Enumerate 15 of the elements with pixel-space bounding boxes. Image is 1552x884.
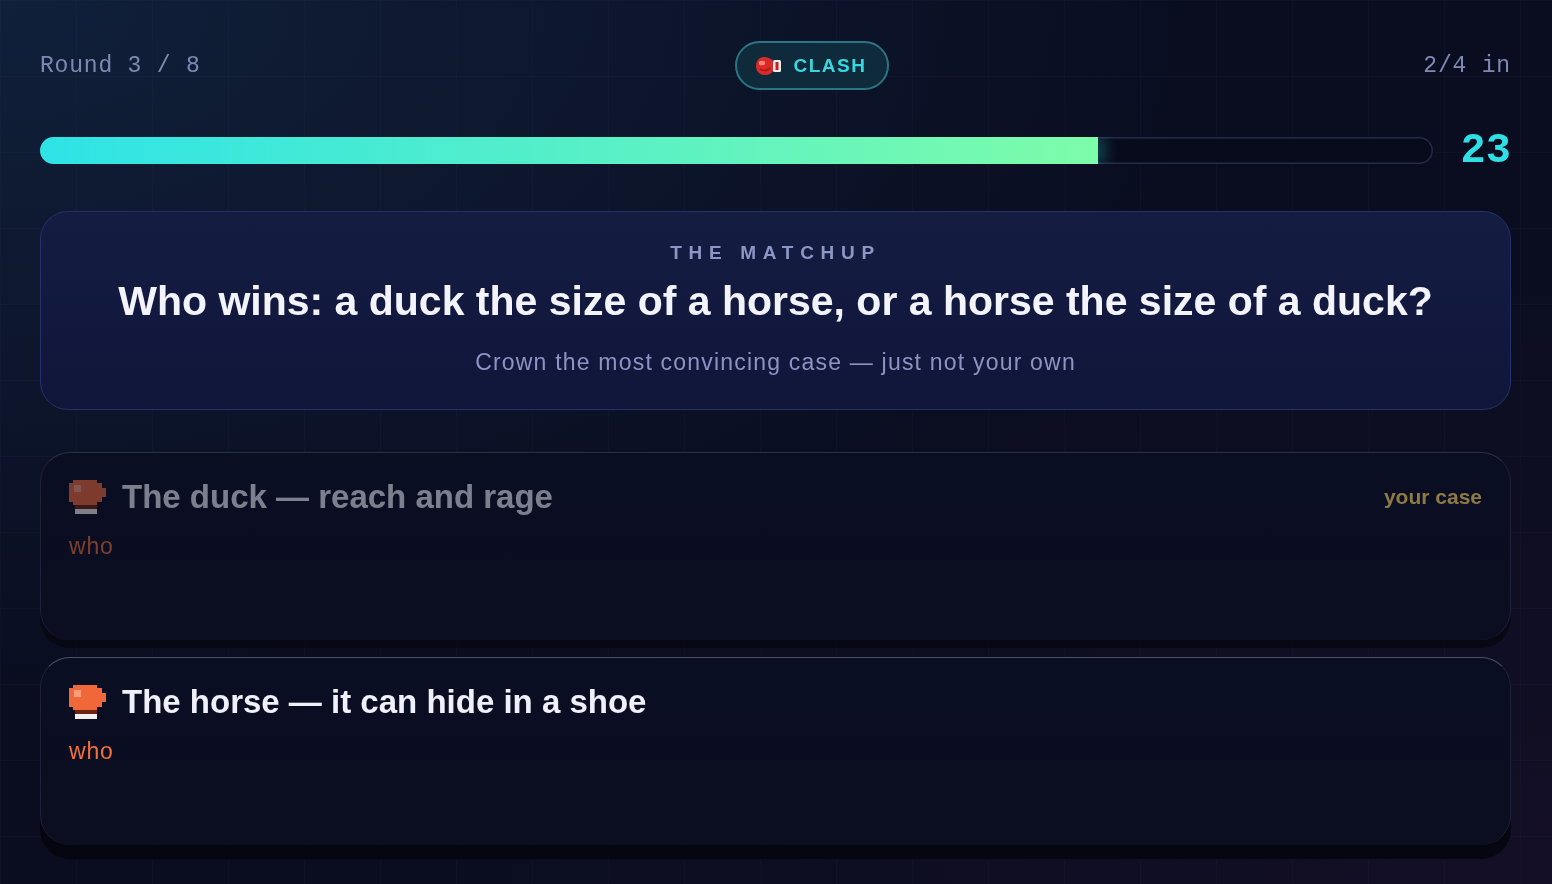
submission-count: 2/4 in bbox=[1423, 52, 1511, 79]
matchup-eyebrow: THE MATCHUP bbox=[670, 241, 881, 265]
case-author: who bbox=[69, 532, 114, 560]
case-author: who bbox=[69, 737, 114, 765]
boxing-glove-icon bbox=[755, 56, 781, 75]
mode-label: CLASH bbox=[793, 54, 867, 77]
round-counter: Round 3 / 8 bbox=[40, 52, 201, 79]
matchup-question: Who wins: a duck the size of a horse, or a horse the size of a duck? bbox=[118, 277, 1433, 326]
boxing-glove-icon bbox=[69, 685, 106, 719]
matchup-hint: Crown the most convincing case — just not your own bbox=[475, 348, 1076, 376]
boxing-glove-icon bbox=[69, 480, 106, 514]
own-case-tag: your case bbox=[1383, 485, 1482, 509]
case-title: The horse — it can hide in a shoe bbox=[122, 683, 647, 721]
seconds-remaining: 23 bbox=[1460, 129, 1511, 172]
case-title: The duck — reach and rage bbox=[122, 478, 553, 516]
